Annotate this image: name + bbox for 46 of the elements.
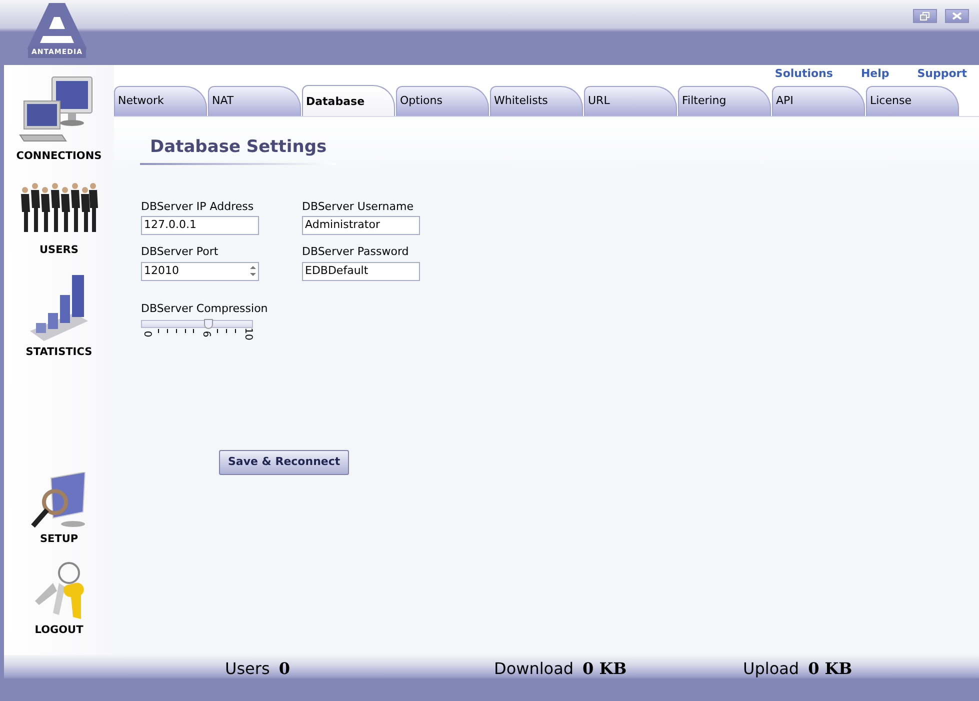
spin-field[interactable]: 12010	[141, 262, 259, 280]
tab[interactable]: Network	[114, 86, 207, 116]
tick-label: 0	[140, 330, 152, 338]
tab[interactable]: Whitelists	[490, 86, 583, 116]
slider-thumb[interactable]	[204, 319, 213, 329]
section-title: Database Settings	[140, 135, 336, 164]
tick-label: 10	[241, 330, 254, 338]
slider-track[interactable]	[141, 320, 253, 328]
status-label: Download	[494, 658, 574, 680]
restore-icon	[920, 12, 930, 20]
field-label: DBServer IP Address	[141, 198, 255, 214]
sidebar-item[interactable]: USERS	[19, 178, 99, 258]
input-field[interactable]: Administrator	[302, 216, 420, 235]
sidebar-item[interactable]: LOGOUT	[31, 561, 87, 639]
tab[interactable]: Database	[302, 85, 395, 116]
logo-icon	[27, 3, 87, 49]
input-field[interactable]: 127.0.0.1	[141, 216, 259, 235]
save-reconnect-button[interactable]: Save & Reconnect	[219, 450, 350, 474]
tick-label: 6	[200, 330, 212, 338]
bar-chart-icon	[28, 272, 90, 342]
field-label: DBServer Port	[141, 244, 220, 260]
tab[interactable]: Options	[396, 86, 489, 116]
sidebar-item[interactable]: STATISTICS	[26, 272, 92, 360]
status-label: Upload	[743, 658, 800, 680]
field-label: DBServer Username	[302, 198, 414, 214]
status-value: 0 KB	[808, 658, 852, 680]
link[interactable]: Solutions	[774, 66, 833, 83]
tab[interactable]: URL	[584, 86, 677, 116]
slider-label: DBServer Compression	[141, 300, 269, 316]
tab[interactable]: License	[866, 86, 959, 116]
link[interactable]: Support	[917, 66, 967, 83]
link[interactable]: Help	[860, 66, 890, 83]
status-value: 0 KB	[582, 658, 627, 680]
tab[interactable]: Filtering	[678, 86, 771, 116]
tab[interactable]: NAT	[208, 86, 301, 116]
status-label: Users	[225, 658, 270, 680]
close-icon	[952, 12, 962, 20]
restore-button[interactable]	[913, 9, 937, 23]
input-field[interactable]: EDBDefault	[302, 262, 420, 280]
field-label: DBServer Password	[302, 244, 410, 260]
status-value: 0	[278, 658, 290, 680]
tab[interactable]: API	[772, 86, 865, 116]
spin-arrows-icon[interactable]	[250, 265, 256, 277]
sidebar-item[interactable]: CONNECTIONS	[16, 75, 102, 165]
sidebar-item[interactable]: SETUP	[29, 472, 89, 548]
close-button[interactable]	[945, 9, 969, 23]
